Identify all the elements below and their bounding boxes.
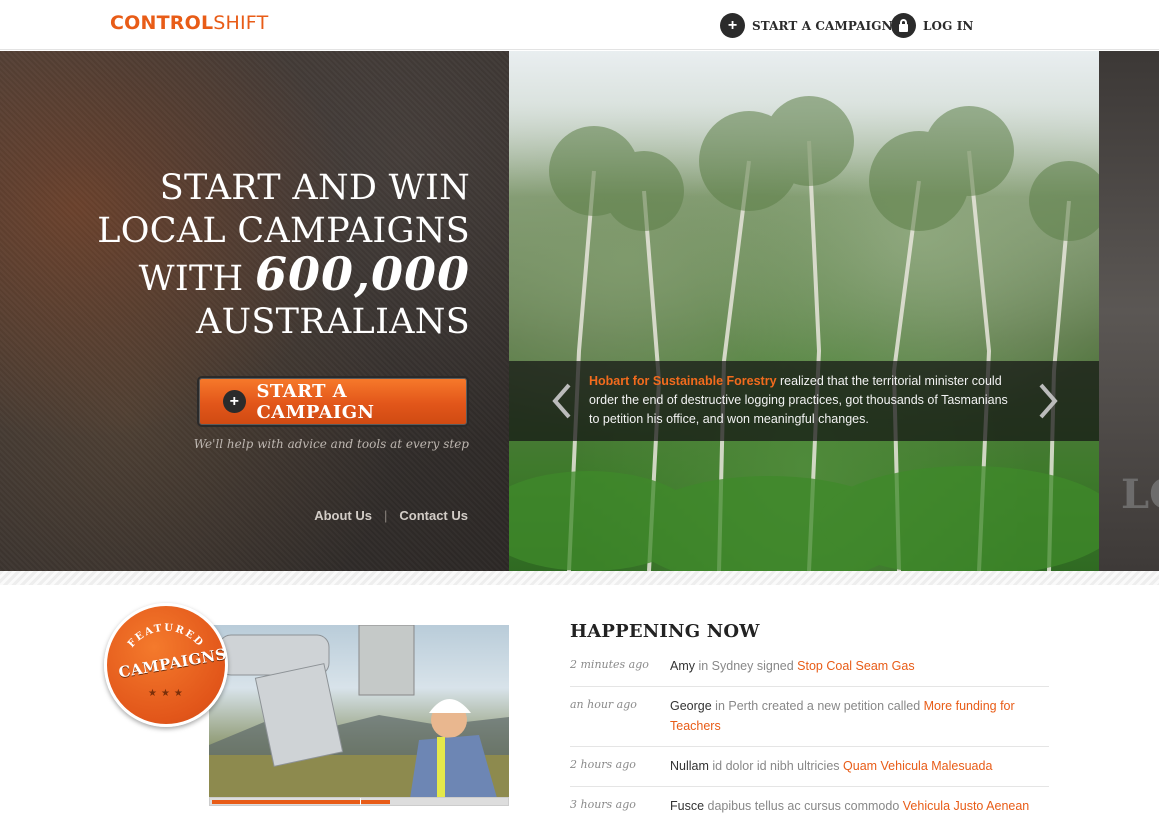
- hero-headline: START AND WIN LOCAL CAMPAIGNS WITH 600,0…: [97, 167, 470, 344]
- featured-photo-illustration: [209, 625, 509, 805]
- link-divider: |: [383, 508, 388, 523]
- forest-illustration: [509, 96, 1099, 571]
- headline-line: AUSTRALIANS: [196, 302, 470, 342]
- slide-photo-forest: Hobart for Sustainable Forestry realized…: [509, 51, 1099, 571]
- about-us-link[interactable]: About Us: [314, 508, 372, 523]
- hero-footer-links: About Us | Contact Us: [314, 508, 468, 523]
- feed-time: 2 minutes ago: [570, 658, 649, 671]
- feed-campaign-link[interactable]: Vehicula Justo Aenean: [903, 799, 1030, 813]
- logo-word-control: CONTROL: [110, 12, 214, 34]
- happening-now-title: HAPPENING NOW: [570, 621, 760, 642]
- hero-next-slide-preview: LO: [1099, 51, 1159, 571]
- start-campaign-button-label: START A CAMPAIGN: [256, 380, 375, 423]
- feed-action: in Perth created a new petition called: [711, 699, 924, 713]
- nav-start-campaign[interactable]: + START A CAMPAIGN: [720, 13, 893, 38]
- section-divider: [0, 571, 1159, 585]
- headline-with: WITH: [138, 259, 244, 299]
- feed-action: id dolor id nibh ultricies: [708, 759, 844, 773]
- feed-action: in Sydney signed: [695, 659, 798, 673]
- feed-campaign-link[interactable]: Quam Vehicula Malesuada: [843, 759, 992, 773]
- feed-item: an hour ago George in Perth created a ne…: [570, 687, 1049, 747]
- activity-feed: 2 minutes ago Amy in Sydney signed Stop …: [570, 647, 1049, 815]
- feed-time: 3 hours ago: [570, 798, 636, 811]
- featured-slider-progress[interactable]: [209, 797, 509, 806]
- feed-user: Nullam: [670, 759, 709, 773]
- prev-slide-arrow-icon[interactable]: [547, 381, 577, 421]
- hero-section: LO START AND WIN LOCAL CAMPAIGNS WITH 60…: [0, 51, 1159, 571]
- feed-item: 2 minutes ago Amy in Sydney signed Stop …: [570, 647, 1049, 687]
- logo-word-shift: SHIFT: [213, 12, 269, 34]
- feed-user: Fusce: [670, 799, 705, 813]
- svg-text:FEATURED: FEATURED: [126, 623, 206, 650]
- nav-login-label: LOG IN: [923, 18, 974, 33]
- slide-caption: Hobart for Sustainable Forestry realized…: [509, 361, 1099, 441]
- badge-top-label: FEATURED: [126, 623, 204, 650]
- slide-caption-text: Hobart for Sustainable Forestry realized…: [589, 372, 1009, 429]
- cta-subtext: We'll help with advice and tools at ever…: [193, 437, 469, 451]
- feed-item: 3 hours ago Fusce dapibus tellus ac curs…: [570, 787, 1049, 815]
- nav-login[interactable]: LOG IN: [891, 13, 974, 38]
- nav-start-campaign-label: START A CAMPAIGN: [752, 18, 893, 33]
- progress-tick: [360, 798, 361, 805]
- feed-body: Fusce dapibus tellus ac cursus commodo V…: [670, 796, 1049, 815]
- next-slide-arrow-icon[interactable]: [1033, 381, 1063, 421]
- feed-body: George in Perth created a new petition c…: [670, 696, 1049, 736]
- feed-time: 2 hours ago: [570, 758, 636, 771]
- feed-body: Amy in Sydney signed Stop Coal Seam Gas: [670, 656, 1049, 676]
- headline-line: WITH 600,000: [97, 251, 470, 301]
- feed-body: Nullam id dolor id nibh ultricies Quam V…: [670, 756, 1049, 776]
- feed-campaign-link[interactable]: Stop Coal Seam Gas: [797, 659, 914, 673]
- headline-line: START AND WIN: [159, 168, 470, 208]
- start-campaign-button[interactable]: + START A CAMPAIGN: [197, 376, 469, 427]
- lock-icon: [891, 13, 916, 38]
- site-header: CONTROLSHIFT + START A CAMPAIGN LOG IN: [0, 0, 1159, 50]
- plus-icon: +: [720, 13, 745, 38]
- badge-stars-icon: ★★★: [148, 688, 187, 699]
- feed-time: an hour ago: [570, 698, 637, 711]
- feed-user: George: [670, 699, 712, 713]
- slide-campaign-link[interactable]: Hobart for Sustainable Forestry: [589, 374, 777, 388]
- logo[interactable]: CONTROLSHIFT: [110, 12, 268, 34]
- headline-number: 600,000: [254, 247, 470, 301]
- feed-user: Amy: [670, 659, 695, 673]
- plus-icon: +: [223, 390, 246, 413]
- feed-action: dapibus tellus ac cursus commodo: [704, 799, 903, 813]
- feed-item: 2 hours ago Nullam id dolor id nibh ultr…: [570, 747, 1049, 787]
- featured-campaign-image[interactable]: [209, 625, 509, 805]
- contact-us-link[interactable]: Contact Us: [399, 508, 468, 523]
- progress-fill: [212, 800, 390, 804]
